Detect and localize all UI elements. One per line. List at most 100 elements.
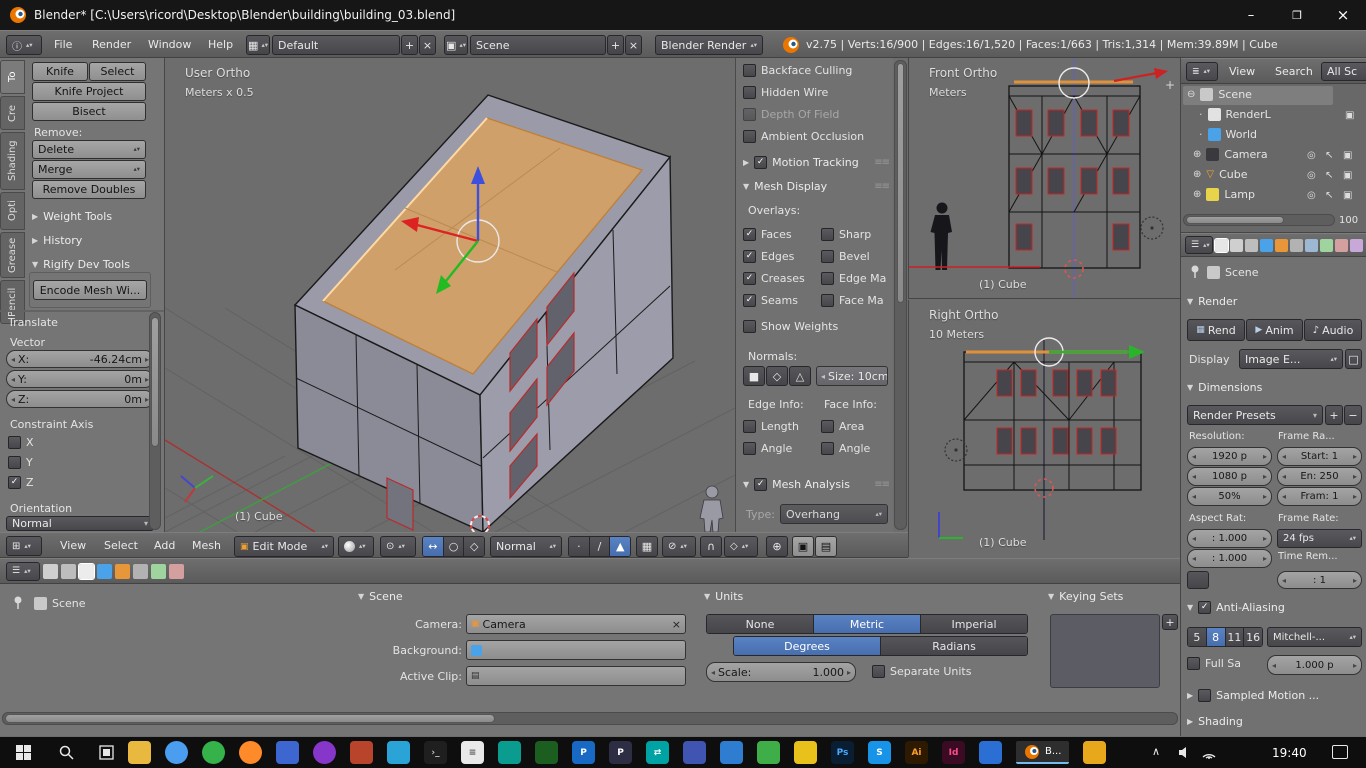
- menu-help[interactable]: Help: [208, 38, 233, 51]
- render-presets-dropdown[interactable]: Render Presets▾: [1187, 405, 1323, 425]
- scene-field[interactable]: Scene: [470, 35, 606, 55]
- global-view-icon[interactable]: ⊕: [766, 536, 788, 557]
- face-normals-icon[interactable]: △: [789, 366, 811, 386]
- translate-x-field[interactable]: ◂X:-46.24cm▸: [6, 350, 154, 368]
- taskbar-app-folder[interactable]: [128, 741, 151, 764]
- units-none-button[interactable]: None: [707, 615, 814, 633]
- taskbar-app-arrows[interactable]: ⇄: [646, 741, 669, 764]
- animation-button[interactable]: ▶Anim: [1246, 319, 1303, 341]
- collapse-icon[interactable]: ⊖: [1187, 89, 1195, 100]
- creases-checkbox[interactable]: [743, 272, 756, 285]
- tab-options[interactable]: Opti: [0, 192, 25, 230]
- bottom-tab-world-icon[interactable]: [97, 564, 112, 579]
- camera-eye-toggle-icon[interactable]: ◎: [1307, 150, 1316, 161]
- taskbar-app-notepad[interactable]: ≡: [461, 741, 484, 764]
- taskbar-app-green[interactable]: [202, 741, 225, 764]
- select-menu[interactable]: Select: [104, 539, 138, 552]
- outliner-h-scrollbar[interactable]: [1183, 214, 1335, 226]
- scene-add-button[interactable]: +: [607, 35, 624, 55]
- tab-tools[interactable]: To: [0, 60, 25, 94]
- frame-end-field[interactable]: ◂En: 250▸: [1277, 467, 1362, 486]
- taskbar-app-indesign[interactable]: Id: [942, 741, 965, 764]
- edge-select-icon[interactable]: /: [590, 537, 611, 556]
- rotate-manipulator-icon[interactable]: ○: [444, 537, 465, 556]
- select-button[interactable]: Select: [89, 62, 146, 81]
- vertex-normals-icon[interactable]: ■: [743, 366, 765, 386]
- keying-sets-list[interactable]: [1050, 614, 1160, 688]
- unit-scale-field[interactable]: ◂Scale:1.000▸: [706, 662, 856, 682]
- display-lock-icon[interactable]: □: [1345, 349, 1362, 369]
- resolution-x-field[interactable]: ◂1920 p▸: [1187, 447, 1272, 466]
- screen-add-button[interactable]: +: [401, 35, 418, 55]
- view-menu[interactable]: View: [60, 539, 86, 552]
- edges-checkbox[interactable]: [743, 250, 756, 263]
- taskbar-app-azure[interactable]: [720, 741, 743, 764]
- taskbar-app-photoshop[interactable]: Ps: [831, 741, 854, 764]
- separate-units-checkbox[interactable]: [872, 665, 885, 678]
- tool-shelf-scrollbar[interactable]: [149, 312, 161, 530]
- tray-chevron-icon[interactable]: ∧: [1152, 745, 1160, 758]
- taskbar-app-firefox[interactable]: [239, 741, 262, 764]
- constraint-y-checkbox[interactable]: [8, 456, 21, 469]
- keying-set-add-button[interactable]: +: [1162, 614, 1178, 630]
- transform-orientation-dropdown[interactable]: Normal▴▾: [490, 536, 562, 557]
- taskbar-app-skype[interactable]: [387, 741, 410, 764]
- menu-render[interactable]: Render: [92, 38, 131, 51]
- orientation-dropdown[interactable]: Normal▾: [6, 516, 154, 531]
- pin-icon[interactable]: [1189, 265, 1201, 279]
- tab-render-layers-icon[interactable]: [1230, 239, 1243, 252]
- bisect-button[interactable]: Bisect: [32, 102, 146, 121]
- expand-icon[interactable]: ⊕: [1193, 149, 1201, 160]
- aa-filter-dropdown[interactable]: Mitchell-...▴▾: [1267, 627, 1362, 647]
- cube-render-toggle-icon[interactable]: ▣: [1343, 170, 1352, 181]
- lamp-render-toggle-icon[interactable]: ▣: [1343, 190, 1352, 201]
- mesh-analysis-panel-header[interactable]: ▼Mesh Analysis≡≡: [743, 478, 889, 491]
- scene-browse-icon[interactable]: ▣▴▾: [444, 35, 468, 55]
- outliner-editor-type-icon[interactable]: ≣▴▾: [1186, 62, 1218, 81]
- edge-angle-checkbox[interactable]: [743, 442, 756, 455]
- scene-panel-header[interactable]: ▼Scene: [358, 590, 403, 603]
- mode-dropdown[interactable]: ▣Edit Mode▴▾: [234, 536, 334, 557]
- bottom-tab-data-icon[interactable]: [151, 564, 166, 579]
- shading-panel-header[interactable]: ▶Shading: [1187, 715, 1243, 728]
- search-icon[interactable]: [46, 737, 86, 768]
- minimize-button[interactable]: –: [1228, 0, 1274, 30]
- bottom-tab-render-icon[interactable]: [43, 564, 58, 579]
- display-mode-dropdown[interactable]: Image E...▴▾: [1239, 349, 1343, 369]
- front-viewport[interactable]: Front Ortho Meters (1) Cube +: [908, 58, 1180, 299]
- tab-render-icon[interactable]: [1215, 239, 1228, 252]
- face-angle-checkbox[interactable]: [821, 442, 834, 455]
- viewport-editor-type-icon[interactable]: ⊞▴▾: [6, 536, 42, 556]
- maximize-button[interactable]: ❐: [1274, 0, 1320, 30]
- outliner-view-menu[interactable]: View: [1229, 65, 1255, 78]
- tab-create[interactable]: Cre: [0, 96, 25, 130]
- properties-editor-type-icon[interactable]: ☰▴▾: [1185, 236, 1213, 254]
- history-panel-header[interactable]: ▶History: [32, 234, 82, 247]
- bottom-tab-object-icon[interactable]: [115, 564, 130, 579]
- taskbar-app-teal[interactable]: [498, 741, 521, 764]
- right-viewport[interactable]: Right Ortho 10 Meters (1) Cube: [908, 300, 1180, 557]
- tab-object-icon[interactable]: [1275, 239, 1288, 252]
- time-remap-field[interactable]: ◂: 1▸: [1277, 571, 1362, 589]
- close-button[interactable]: ×: [1320, 0, 1366, 30]
- menu-file[interactable]: File: [54, 38, 72, 51]
- tab-texture-icon[interactable]: [1350, 239, 1363, 252]
- depth-of-field-checkbox[interactable]: [743, 108, 756, 121]
- outliner-search-menu[interactable]: Search: [1275, 65, 1313, 78]
- cube-eye-toggle-icon[interactable]: ◎: [1307, 170, 1316, 181]
- tray-volume-icon[interactable]: [1178, 746, 1192, 759]
- bottom-tab-material-icon[interactable]: [169, 564, 184, 579]
- camera-field[interactable]: ▣Camera×: [466, 614, 686, 634]
- audio-button[interactable]: ♪Audio: [1304, 319, 1362, 341]
- units-degrees-button[interactable]: Degrees: [734, 637, 881, 655]
- aa-8-button[interactable]: 8: [1207, 628, 1226, 646]
- outliner-row-cube[interactable]: ⊕ ▽ Cube: [1193, 168, 1248, 181]
- render-panel-header[interactable]: ▼Render: [1187, 295, 1237, 308]
- notification-center-icon[interactable]: [1332, 745, 1348, 759]
- camera-select-toggle-icon[interactable]: ↖: [1325, 150, 1333, 161]
- taskbar-app-blue2[interactable]: [979, 741, 1002, 764]
- aspect-x-field[interactable]: ◂: 1.000▸: [1187, 529, 1272, 548]
- vertex-select-icon[interactable]: ·: [569, 537, 590, 556]
- anti-aliasing-checkbox[interactable]: [1198, 601, 1211, 614]
- background-field[interactable]: [466, 640, 686, 660]
